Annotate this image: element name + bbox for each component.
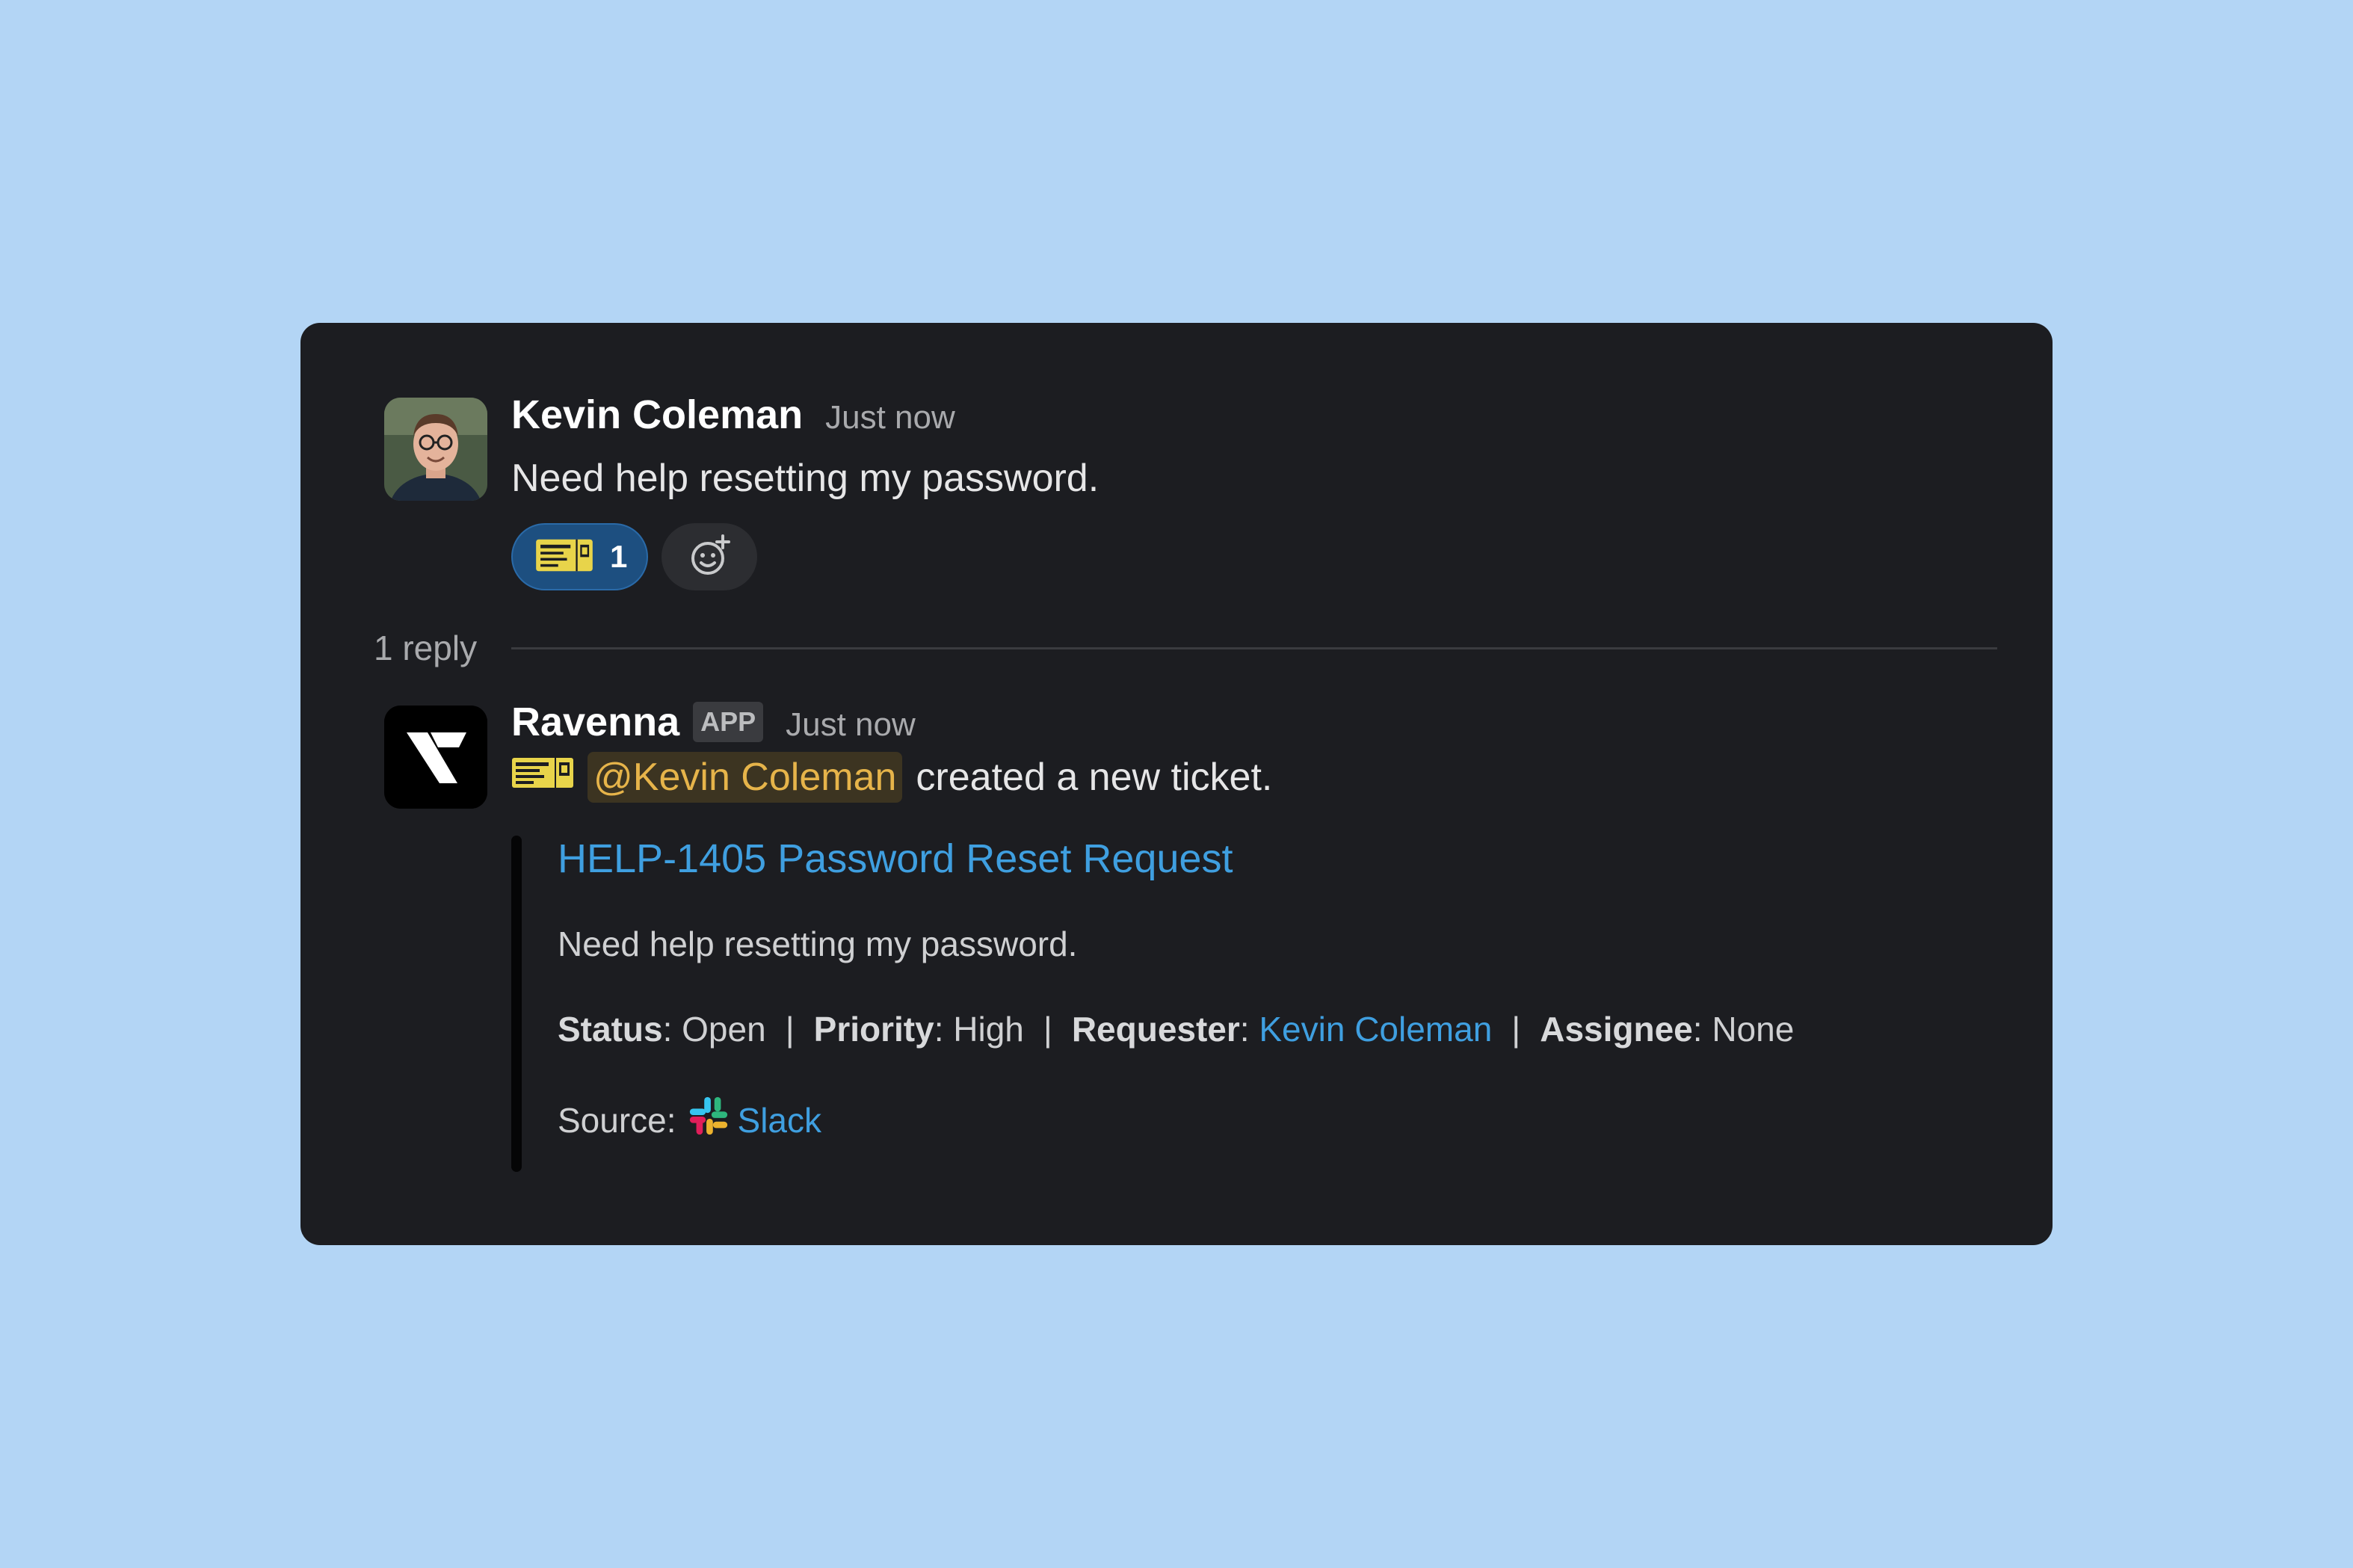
message-body: created a new ticket. [916,756,1273,799]
ticket-emoji-icon [511,753,574,802]
ravenna-app-avatar[interactable] [384,706,487,809]
add-reaction-icon [685,531,733,583]
assignee-key: Assignee [1540,1010,1693,1049]
ticket-reaction-button[interactable]: 1 [511,523,649,590]
reply-count-link[interactable]: 1 reply [374,628,477,668]
field-separator: | [785,1010,795,1049]
requester-link[interactable]: Kevin Coleman [1259,1010,1492,1049]
user-mention[interactable]: @Kevin Coleman [588,752,903,803]
message-text: Need help resetting my password. [511,457,1100,500]
ticket-fields: Status: Open | Priority: High | Requester: K… [558,1010,1795,1049]
author-name[interactable]: Ravenna [511,699,679,745]
slack-logo-icon [676,1094,738,1146]
message-header: Ravenna APP Just now [511,699,916,747]
ticket-source: Source: Slack [558,1094,821,1146]
status-value: Open [682,1010,766,1049]
source-link[interactable]: Slack [738,1100,821,1140]
priority-value: High [953,1010,1024,1049]
field-separator: | [1043,1010,1052,1049]
field-separator: | [1511,1010,1521,1049]
priority-key: Priority [813,1010,934,1049]
ticket-emoji-icon [534,536,595,578]
divider-line [511,646,1997,649]
message-timestamp[interactable]: Just now [825,399,955,436]
attachment-accent-bar [511,836,522,1172]
kevin-coleman-avatar[interactable] [384,398,487,501]
add-reaction-button[interactable] [662,523,758,590]
reaction-count: 1 [610,539,628,574]
message-header: Kevin Coleman Just now [511,392,955,438]
assignee-value: None [1712,1010,1795,1049]
replies-divider: 1 reply [374,628,1997,668]
status-key: Status [558,1010,663,1049]
ticket-description: Need help resetting my password. [558,925,1078,963]
source-key: Source: [558,1100,676,1140]
ticket-title-link[interactable]: HELP-1405 Password Reset Request [558,836,1233,882]
app-badge: APP [693,702,764,742]
message-thread-card: Kevin Coleman Just now Need help resetti… [300,323,2053,1245]
message-text: @Kevin Coleman created a new ticket. [511,752,1272,803]
ticket-attachment: HELP-1405 Password Reset Request Need he… [511,836,1931,1172]
reactions-bar: 1 [511,523,758,590]
message-timestamp[interactable]: Just now [786,706,916,744]
requester-key: Requester [1071,1010,1240,1049]
author-name[interactable]: Kevin Coleman [511,392,803,438]
